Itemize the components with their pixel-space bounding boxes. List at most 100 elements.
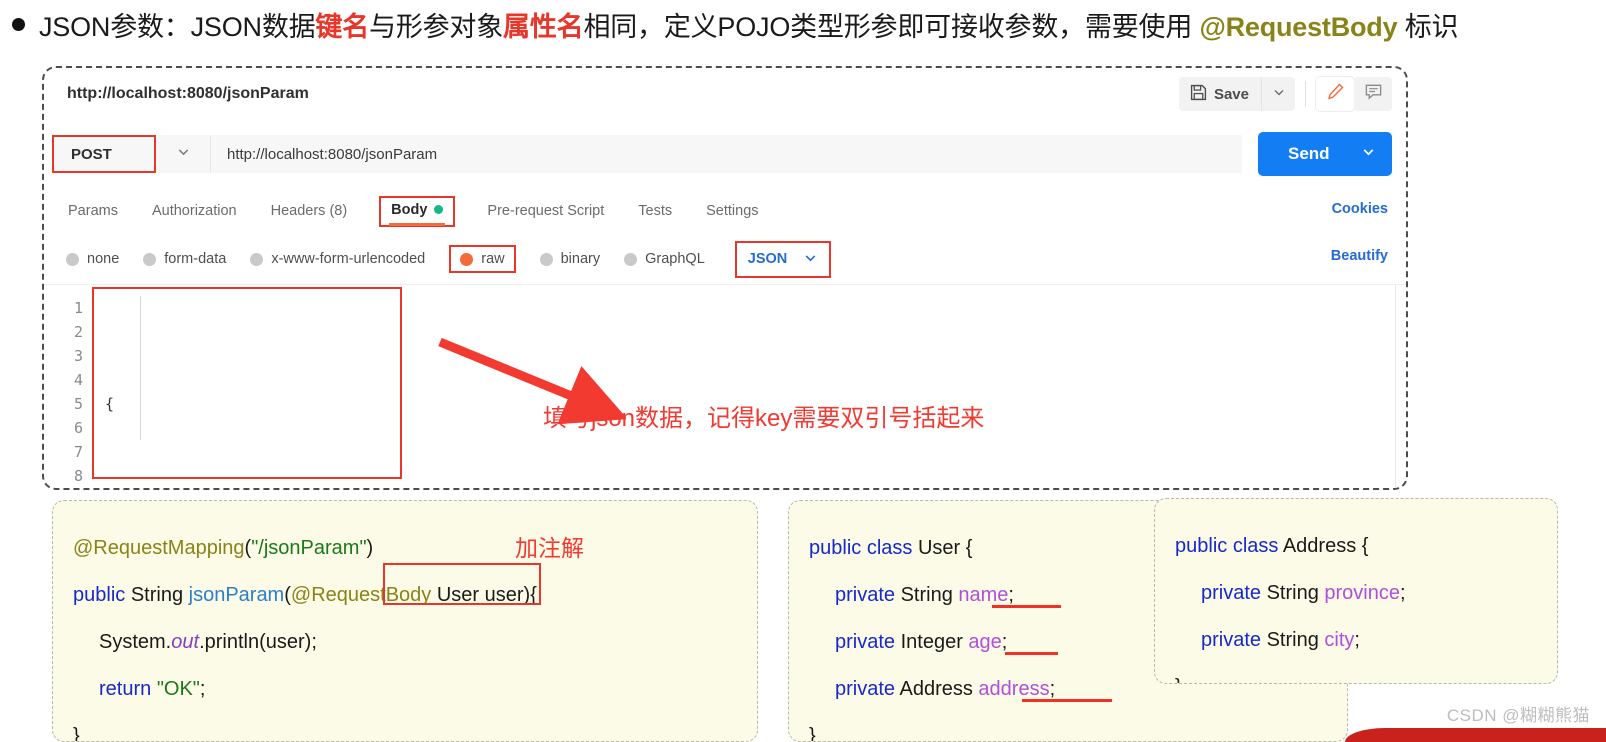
json-body-editor[interactable]: 1 2 3 4 5 6 7 8 { ····"name":"Tom", ····… [44, 284, 1406, 488]
save-button-group[interactable]: Save [1178, 77, 1295, 111]
underline-field-age [1005, 652, 1058, 655]
tab-settings[interactable]: Settings [704, 199, 760, 223]
body-type-graphql[interactable]: GraphQL [624, 251, 705, 267]
tab-body-underline [389, 222, 446, 226]
field-type: String [1261, 582, 1325, 604]
heading-highlight-key-name: 键名 [315, 11, 370, 42]
request-mapping-annotation: @RequestMapping [73, 537, 245, 559]
toolbar-divider [1305, 81, 1306, 107]
body-type-form-data-label: form-data [164, 251, 227, 267]
save-button[interactable]: Save [1179, 77, 1261, 111]
semicolon: ; [1400, 582, 1406, 604]
watermark: CSDN @糊糊熊猫 [1446, 706, 1590, 725]
return-type: String [125, 584, 189, 606]
radio-selected-icon [460, 252, 474, 266]
beautify-link[interactable]: Beautify [1331, 248, 1388, 264]
user-line-5: } [809, 713, 1347, 742]
address-class-panel: public class Address { private String pr… [1154, 498, 1558, 684]
line-number: 8 [73, 467, 83, 485]
chevron-down-icon [1361, 144, 1376, 164]
class-name-address: Address { [1282, 535, 1369, 557]
keyword-public: public [73, 584, 126, 606]
field-address: address [978, 678, 1050, 700]
save-dropdown-button[interactable] [1261, 77, 1295, 111]
editor-scrollbar-track[interactable] [1395, 285, 1396, 488]
http-method-select[interactable]: POST [52, 135, 156, 173]
close-brace: } [1175, 676, 1182, 683]
heading-seg-2: 与形参对象 [369, 11, 504, 42]
tab-params[interactable]: Params [66, 199, 120, 223]
class-name-user: User { [917, 537, 973, 559]
send-button[interactable]: Send [1258, 132, 1392, 176]
radio-icon [624, 252, 638, 266]
field-type: String [1261, 629, 1325, 651]
body-type-binary[interactable]: binary [539, 251, 601, 267]
field-type: Integer [895, 631, 969, 653]
line-number: 2 [73, 323, 83, 341]
keyword-public-class: public class [1175, 535, 1283, 557]
chevron-down-icon [176, 144, 191, 164]
field-province: province [1324, 582, 1400, 604]
semicolon: ; [1008, 584, 1014, 606]
tab-body-label: Body [391, 201, 428, 218]
json-body-code[interactable]: { ····"name":"Tom", ····"age":10, ····"a… [92, 296, 1406, 488]
radio-icon [250, 252, 264, 266]
return-string: "OK" [156, 678, 200, 700]
tab-headers[interactable]: Headers (8) [269, 199, 350, 223]
body-type-urlencoded[interactable]: x-www-form-urlencoded [250, 251, 425, 267]
comment-button[interactable] [1354, 77, 1392, 111]
url-input[interactable]: http://localhost:8080/jsonParam [210, 135, 1242, 173]
keyword-return: return [99, 678, 157, 700]
comment-icon [1364, 82, 1383, 106]
bullet-dot-icon [12, 17, 25, 31]
line-number: 5 [73, 395, 83, 413]
controller-line-5: } [73, 713, 757, 742]
line-number: 1 [73, 299, 83, 317]
body-type-none[interactable]: none [66, 251, 119, 267]
heading-highlight-prop-name: 属性名 [503, 11, 584, 42]
request-tabs: Params Authorization Headers (8) Body Pr… [44, 188, 1406, 234]
body-type-raw[interactable]: raw [449, 245, 516, 273]
body-type-options: none form-data x-www-form-urlencoded raw… [44, 234, 1406, 284]
radio-icon [143, 252, 157, 266]
heading-annotation-token: @RequestBody [1199, 11, 1398, 42]
body-type-graphql-label: GraphQL [645, 251, 705, 267]
close-brace: } [809, 725, 816, 742]
line-number: 7 [73, 443, 83, 461]
request-title-actions: Save [1178, 77, 1392, 111]
body-type-binary-label: binary [560, 251, 601, 267]
address-line-2: private String province; [1175, 570, 1557, 617]
body-type-urlencoded-label: x-www-form-urlencoded [271, 251, 426, 267]
field-name: name [958, 584, 1009, 606]
bottom-red-band [1345, 728, 1606, 742]
line-number: 3 [73, 347, 83, 365]
save-button-label: Save [1213, 85, 1249, 103]
edit-request-button[interactable] [1316, 77, 1354, 111]
system-out-prefix: System. [99, 631, 172, 653]
cookies-link[interactable]: Cookies [1332, 201, 1388, 217]
indent-guide [140, 296, 141, 440]
println-call: .println(user); [199, 631, 317, 653]
tab-pre-request-script[interactable]: Pre-request Script [485, 199, 606, 223]
heading-seg-1: JSON参数：JSON数据 [39, 11, 316, 42]
http-method-dropdown-caret[interactable] [156, 135, 210, 173]
tab-body[interactable]: Body [379, 195, 456, 227]
underline-field-name [992, 605, 1061, 608]
line-number: 4 [73, 371, 83, 389]
tab-tests[interactable]: Tests [636, 199, 674, 223]
keyword-private: private [835, 631, 896, 653]
controller-line-3: System.out.println(user); [73, 619, 757, 666]
keyword-private: private [835, 584, 896, 606]
tab-authorization[interactable]: Authorization [150, 199, 239, 223]
underline-field-address [1022, 699, 1112, 702]
keyword-private: private [1201, 629, 1262, 651]
heading-seg-3: 相同，定义POJO类型形参即可接收参数，需要使用 [583, 11, 1200, 42]
page-heading: JSON参数：JSON数据键名与形参对象属性名相同，定义POJO类型形参即可接收… [0, 0, 1606, 48]
radio-icon [539, 252, 553, 266]
keyword-public-class: public class [809, 537, 918, 559]
close-brace: } [73, 725, 80, 742]
editor-code-area[interactable]: { ····"name":"Tom", ····"age":10, ····"a… [92, 285, 1406, 488]
body-type-form-data[interactable]: form-data [143, 251, 226, 267]
raw-format-select[interactable]: JSON [734, 240, 832, 278]
annotation-text: 填写json数据，记得key需要双引号括起来 [543, 405, 985, 432]
